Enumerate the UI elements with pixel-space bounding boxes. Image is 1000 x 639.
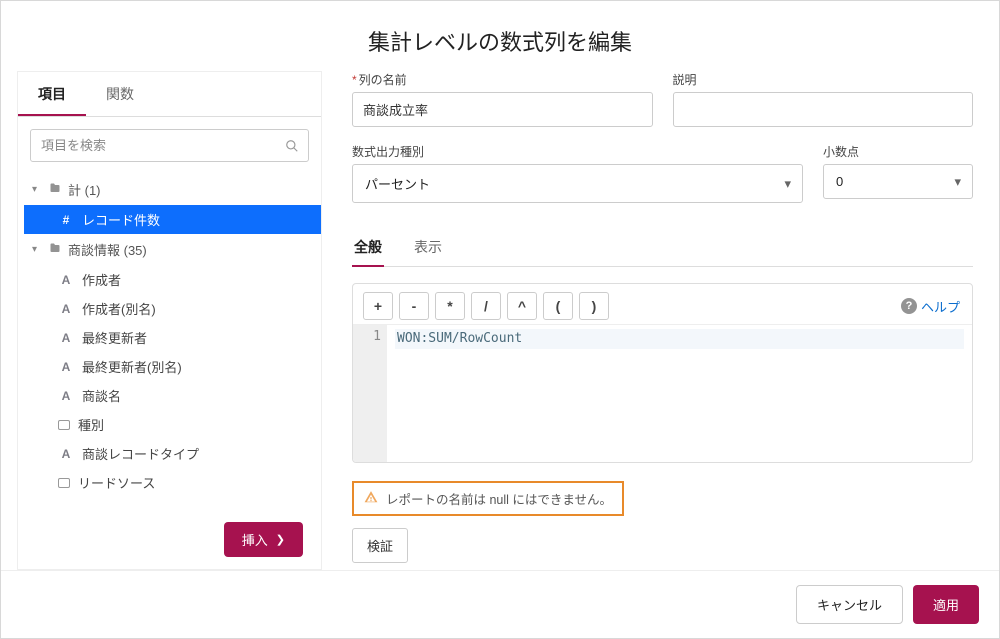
right-panel: *列の名前 説明 数式出力種別 パーセント ▾ xyxy=(322,71,999,570)
picklist-type-icon xyxy=(58,420,70,430)
tab-fields[interactable]: 項目 xyxy=(18,72,86,116)
column-name-field: *列の名前 xyxy=(352,71,653,127)
editor-toolbar: + - * / ^ ( ) ? ヘルプ xyxy=(353,284,972,324)
op-divide-button[interactable]: / xyxy=(471,292,501,320)
tab-functions[interactable]: 関数 xyxy=(86,72,154,116)
tree-item[interactable]: A 最終更新者 xyxy=(24,323,321,352)
tree-item-label: 最終更新者 xyxy=(82,328,147,347)
help-icon: ? xyxy=(901,298,917,314)
tree-item[interactable]: A 商談名 xyxy=(24,381,321,410)
warning-text: レポートの名前は null にはできません。 xyxy=(386,489,612,508)
line-number: 1 xyxy=(353,329,381,344)
column-name-input[interactable] xyxy=(352,92,653,127)
tree-item[interactable]: リードソース xyxy=(24,468,321,497)
cancel-button[interactable]: キャンセル xyxy=(796,585,903,624)
operator-buttons: + - * / ^ ( ) xyxy=(363,292,609,320)
formula-editor: + - * / ^ ( ) ? ヘルプ 1 xyxy=(352,283,973,463)
tree-item[interactable]: A 最終更新者(別名) xyxy=(24,352,321,381)
tree-item[interactable]: 種別 xyxy=(24,410,321,439)
help-label: ヘルプ xyxy=(921,297,960,316)
op-plus-button[interactable]: + xyxy=(363,292,393,320)
output-type-field: 数式出力種別 パーセント ▾ xyxy=(352,143,803,203)
required-star: * xyxy=(352,73,357,87)
op-rparen-button[interactable]: ) xyxy=(579,292,609,320)
decimal-field: 小数点 0 ▾ xyxy=(823,143,973,203)
op-power-button[interactable]: ^ xyxy=(507,292,537,320)
tree-item[interactable]: A 商談レコードタイプ xyxy=(24,439,321,468)
hash-icon: # xyxy=(58,213,74,227)
dialog-body: 項目 関数 ▾ 計 (1) # xyxy=(1,71,999,570)
tree-group-opportunity[interactable]: ▾ 商談情報 (35) xyxy=(24,234,321,265)
validate-row: 検証 xyxy=(352,528,973,563)
field-tree[interactable]: ▾ 計 (1) # レコード件数 ▾ 商談情報 (35) xyxy=(18,170,321,510)
sub-tab-general[interactable]: 全般 xyxy=(352,229,384,267)
dialog-footer: キャンセル 適用 xyxy=(1,570,999,638)
insert-button[interactable]: 挿入 ❯ xyxy=(224,522,303,557)
chevron-down-icon: ▾ xyxy=(32,244,42,255)
output-type-select[interactable]: パーセント xyxy=(352,164,803,203)
tree-item-label: 商談レコードタイプ xyxy=(82,444,199,463)
tree-item-label: レコード件数 xyxy=(82,210,160,229)
help-link[interactable]: ? ヘルプ xyxy=(901,297,960,316)
text-type-icon: A xyxy=(58,302,74,316)
insert-button-label: 挿入 xyxy=(242,530,268,549)
description-input[interactable] xyxy=(673,92,974,127)
sub-tabs: 全般 表示 xyxy=(352,229,973,267)
text-type-icon: A xyxy=(58,389,74,403)
editor-code[interactable]: WON:SUM/RowCount xyxy=(387,325,972,462)
op-lparen-button[interactable]: ( xyxy=(543,292,573,320)
tree-item-label: 作成者(別名) xyxy=(82,299,156,318)
left-panel: 項目 関数 ▾ 計 (1) # xyxy=(17,71,322,570)
editor-area[interactable]: 1 WON:SUM/RowCount xyxy=(353,324,972,462)
tree-item[interactable]: A 作成者 xyxy=(24,265,321,294)
tree-item[interactable]: A 作成者(別名) xyxy=(24,294,321,323)
decimal-label: 小数点 xyxy=(823,143,973,160)
code-line-1: WON:SUM/RowCount xyxy=(395,329,964,349)
output-type-label: 数式出力種別 xyxy=(352,143,803,160)
search-input[interactable] xyxy=(30,129,309,162)
warning-box: レポートの名前は null にはできません。 xyxy=(352,481,624,516)
folder-icon xyxy=(48,182,62,197)
tree-group-label: 商談情報 (35) xyxy=(68,240,147,259)
tree-item-label: 商談名 xyxy=(82,386,121,405)
tree-item-label: 種別 xyxy=(78,415,104,434)
warning-icon xyxy=(364,490,378,507)
chevron-right-icon: ❯ xyxy=(276,533,285,546)
op-minus-button[interactable]: - xyxy=(399,292,429,320)
form-row-2: 数式出力種別 パーセント ▾ 小数点 0 ▾ xyxy=(352,143,973,203)
editor-gutter: 1 xyxy=(353,325,387,462)
tree-group-label: 計 (1) xyxy=(68,180,101,199)
apply-button[interactable]: 適用 xyxy=(913,585,979,624)
formula-dialog: 集計レベルの数式列を編集 項目 関数 ▾ xyxy=(0,0,1000,639)
op-multiply-button[interactable]: * xyxy=(435,292,465,320)
text-type-icon: A xyxy=(58,331,74,345)
sub-tab-display[interactable]: 表示 xyxy=(412,229,444,267)
description-field: 説明 xyxy=(673,71,974,127)
tree-item-label: 作成者 xyxy=(82,270,121,289)
column-name-label: *列の名前 xyxy=(352,71,653,88)
left-tabs: 項目 関数 xyxy=(18,72,321,117)
insert-row: 挿入 ❯ xyxy=(18,510,321,557)
folder-icon xyxy=(48,242,62,257)
tree-item-label: リードソース xyxy=(78,473,155,492)
description-label: 説明 xyxy=(673,71,974,88)
text-type-icon: A xyxy=(58,447,74,461)
tree-group-totals[interactable]: ▾ 計 (1) xyxy=(24,174,321,205)
text-type-icon: A xyxy=(58,360,74,374)
form-row-1: *列の名前 説明 xyxy=(352,71,973,127)
dialog-title: 集計レベルの数式列を編集 xyxy=(1,1,999,71)
tree-item-label: 最終更新者(別名) xyxy=(82,357,182,376)
validate-button[interactable]: 検証 xyxy=(352,528,408,563)
chevron-down-icon: ▾ xyxy=(32,184,42,195)
tree-item-record-count[interactable]: # レコード件数 xyxy=(24,205,321,234)
search-wrap xyxy=(18,117,321,170)
text-type-icon: A xyxy=(58,273,74,287)
picklist-type-icon xyxy=(58,478,70,488)
decimal-select[interactable]: 0 xyxy=(823,164,973,199)
